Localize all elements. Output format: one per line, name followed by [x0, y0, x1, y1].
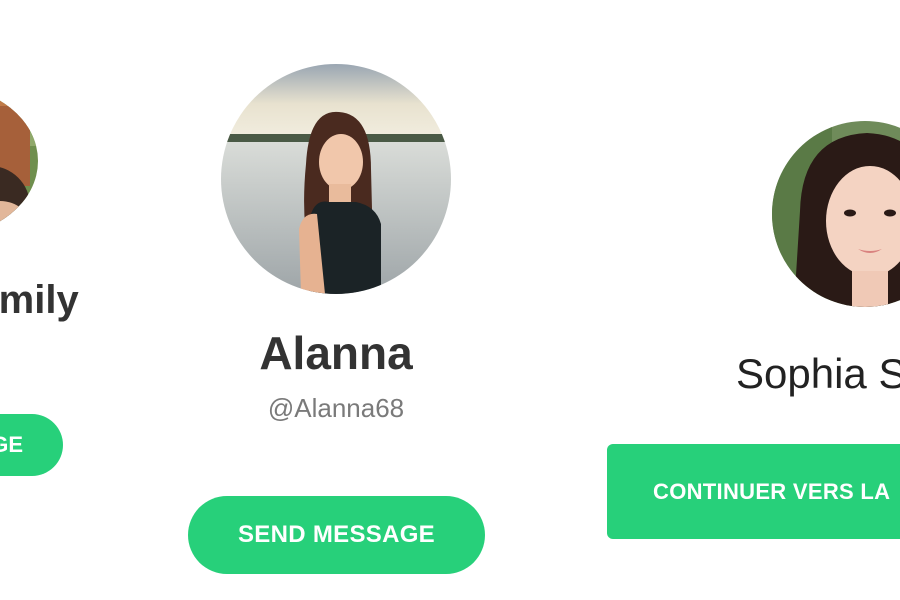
- send-message-button[interactable]: SEND MESSAGE: [188, 496, 485, 574]
- button-label: CONTINUER VERS LA: [653, 478, 891, 504]
- button-label: GE: [0, 432, 23, 457]
- avatar[interactable]: [772, 121, 900, 307]
- continue-button[interactable]: CONTINUER VERS LA: [607, 444, 900, 539]
- button-label: SEND MESSAGE: [238, 521, 435, 548]
- send-message-button[interactable]: GE: [0, 414, 63, 476]
- profile-photo: [221, 64, 451, 294]
- avatar[interactable]: [221, 64, 451, 294]
- profile-name: Sophia S: [736, 350, 900, 397]
- avatar[interactable]: [0, 86, 38, 236]
- profile-handle: @Alanna68: [267, 393, 405, 423]
- profile-cards-showcase: Emily 68 GE: [0, 0, 900, 600]
- profile-photo: [0, 86, 38, 236]
- profile-photo: [772, 121, 900, 307]
- profile-name: Alanna: [259, 327, 413, 379]
- profile-name: Emily: [0, 278, 79, 322]
